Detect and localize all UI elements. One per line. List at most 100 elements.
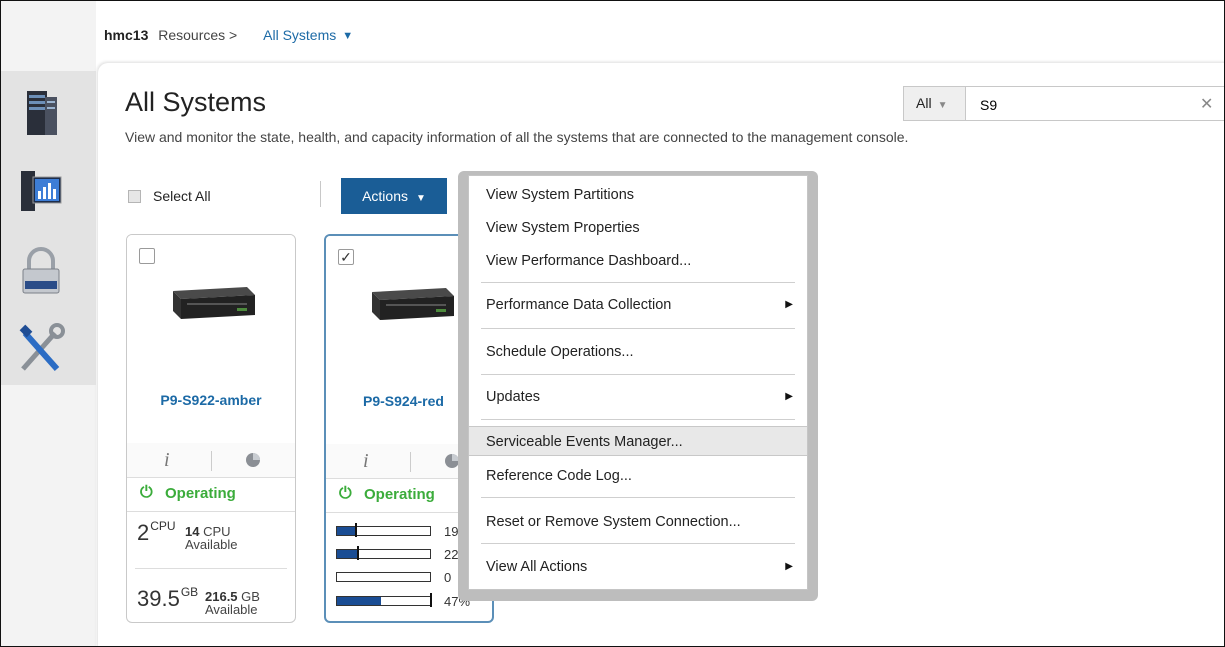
usage-bar-value: 0	[444, 570, 452, 585]
memory-value: 39.5	[137, 586, 180, 611]
submenu-arrow-icon: ▶	[785, 561, 793, 572]
menu-separator	[481, 374, 795, 375]
actions-menu-list: View System Partitions View System Prope…	[468, 175, 808, 590]
left-nav	[1, 1, 96, 646]
app-window: hmc13 Resources > All Systems ▼ All Syste…	[0, 0, 1225, 647]
chevron-down-icon: ▼	[937, 100, 948, 111]
actions-button[interactable]: Actions ▼	[341, 178, 447, 214]
menu-separator	[481, 497, 795, 498]
usage-bar-marker	[430, 593, 432, 607]
breadcrumb-resources-link[interactable]: Resources >	[158, 27, 237, 43]
card-divider	[135, 568, 287, 569]
usage-bar	[336, 572, 431, 582]
usage-bar	[336, 526, 431, 536]
system-card-checkbox[interactable]	[139, 248, 155, 264]
search-bar: All ▼ ✕	[903, 86, 1224, 122]
tools-icon[interactable]	[17, 323, 65, 375]
system-card-header: P9-S922-amber	[127, 235, 295, 444]
system-status: ⏻ Operating	[127, 477, 295, 512]
power-icon: ⏻	[140, 484, 153, 501]
breadcrumb-current-dropdown[interactable]: All Systems ▼	[263, 27, 353, 43]
breadcrumb-host: hmc13	[104, 27, 149, 43]
select-all-control[interactable]: Select All	[128, 188, 211, 204]
select-all-label: Select All	[153, 188, 211, 204]
info-icon[interactable]: i	[164, 449, 170, 472]
system-card-icons: i	[127, 443, 295, 478]
monitoring-icon[interactable]	[17, 163, 65, 215]
memory-usage: 39.5GB	[137, 585, 198, 612]
select-all-checkbox[interactable]	[128, 190, 141, 203]
menu-item-reference-code-log[interactable]: Reference Code Log...	[469, 461, 807, 491]
memory-available: 216.5 GB Available	[205, 590, 260, 616]
usage-bar-fill	[337, 550, 357, 558]
server-rack-icon[interactable]	[17, 87, 65, 139]
menu-item-updates[interactable]: Updates ▶	[469, 382, 807, 412]
menu-item-view-performance-dashboard[interactable]: View Performance Dashboard...	[469, 246, 807, 276]
menu-item-label: Reset or Remove System Connection...	[486, 514, 741, 530]
breadcrumb-current-label: All Systems	[263, 27, 337, 43]
page-description: View and monitor the state, health, and …	[125, 129, 909, 145]
cpu-value: 2	[137, 520, 150, 545]
menu-separator	[481, 419, 795, 420]
caret-down-icon: ▼	[416, 193, 426, 204]
menu-item-label: View System Partitions	[486, 187, 635, 203]
caret-down-icon: ▼	[342, 30, 354, 42]
menu-item-label: Reference Code Log...	[486, 468, 632, 484]
power-icon: ⏻	[339, 485, 352, 502]
system-card[interactable]: P9-S922-amber i ⏻ Operating 2CPU 14 CPU …	[126, 234, 296, 623]
usage-bar-value: 19	[444, 524, 459, 539]
capacity-pie-icon[interactable]	[245, 452, 261, 468]
usage-bar-fill	[337, 527, 355, 535]
cpu-available: 14 CPU Available	[185, 525, 238, 551]
usage-bar-marker	[357, 546, 359, 560]
menu-item-label: Schedule Operations...	[486, 344, 634, 360]
menu-separator	[481, 328, 795, 329]
memory-available-label: Available	[205, 602, 258, 617]
memory-unit: GB	[180, 585, 199, 599]
menu-item-label: View System Properties	[486, 220, 640, 236]
menu-separator	[481, 543, 795, 544]
system-name-link[interactable]: P9-S922-amber	[127, 392, 295, 408]
cpu-usage: 2CPU	[137, 519, 176, 546]
menu-separator	[481, 282, 795, 283]
info-icon[interactable]: i	[363, 450, 369, 473]
submenu-arrow-icon: ▶	[785, 299, 793, 310]
menu-item-label: View Performance Dashboard...	[486, 253, 692, 269]
actions-menu: View System Partitions View System Prope…	[458, 171, 818, 601]
cpu-unit: CPU	[150, 519, 176, 533]
page-title: All Systems	[125, 87, 267, 117]
search-input[interactable]	[978, 87, 1182, 122]
menu-item-label: Serviceable Events Manager...	[486, 434, 683, 450]
actions-button-label: Actions	[362, 188, 408, 204]
menu-item-view-system-properties[interactable]: View System Properties	[469, 213, 807, 243]
menu-item-reset-or-remove-connection[interactable]: Reset or Remove System Connection...	[469, 507, 807, 537]
server-image-icon	[173, 287, 255, 319]
security-lock-icon[interactable]	[17, 245, 65, 297]
icon-separator	[211, 451, 212, 471]
usage-bar	[336, 596, 431, 606]
clear-search-icon[interactable]: ✕	[1200, 94, 1213, 114]
menu-item-serviceable-events-manager[interactable]: Serviceable Events Manager...	[469, 426, 807, 456]
usage-bar	[336, 549, 431, 559]
usage-bar-value: 22	[444, 547, 459, 562]
menu-item-label: Updates	[486, 389, 541, 405]
status-label: Operating	[364, 486, 435, 503]
breadcrumb: hmc13 Resources > All Systems ▼	[104, 27, 353, 43]
usage-bar-marker	[355, 523, 357, 537]
menu-item-label: Performance Data Collection	[486, 297, 672, 313]
system-card-checkbox-checked[interactable]: ✓	[338, 249, 354, 265]
search-filter-label: All	[916, 95, 932, 111]
toolbar-divider	[320, 181, 321, 207]
menu-item-view-all-actions[interactable]: View All Actions ▶	[469, 552, 807, 582]
status-label: Operating	[165, 485, 236, 502]
cpu-available-label: Available	[185, 537, 238, 552]
usage-bar-fill	[337, 597, 381, 605]
menu-item-performance-data-collection[interactable]: Performance Data Collection ▶	[469, 290, 807, 320]
menu-item-label: View All Actions	[486, 559, 588, 575]
search-filter-dropdown[interactable]: All ▼	[904, 87, 966, 120]
menu-item-view-system-partitions[interactable]: View System Partitions	[469, 180, 807, 210]
menu-item-schedule-operations[interactable]: Schedule Operations...	[469, 337, 807, 367]
submenu-arrow-icon: ▶	[785, 391, 793, 402]
server-image-icon	[372, 288, 454, 320]
icon-separator	[410, 452, 411, 472]
